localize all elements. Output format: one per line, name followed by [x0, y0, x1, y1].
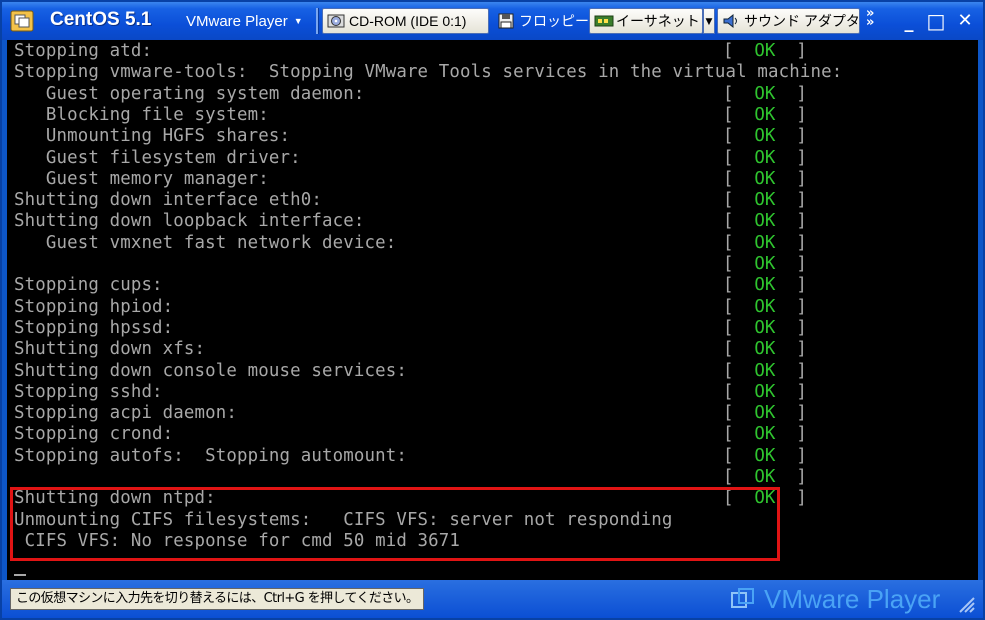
console-line: Unmounting HGFS shares:: [14, 126, 291, 146]
status-ok: [ OK ]: [723, 211, 807, 231]
status-ok: [ OK ]: [723, 275, 807, 295]
console-line: Guest operating system daemon:: [14, 84, 365, 104]
cdrom-icon: [327, 13, 345, 29]
status-ok: [ OK ]: [723, 148, 807, 168]
status-ok-label: OK: [754, 467, 776, 487]
cdrom-device-button[interactable]: CD-ROM (IDE 0:1): [322, 8, 489, 34]
console-line: Stopping sshd:: [14, 382, 163, 402]
status-ok-label: OK: [754, 424, 776, 444]
vm-console[interactable]: Stopping atd:[ OK ] Stopping vmware-tools…: [7, 40, 978, 580]
status-ok-label: OK: [754, 297, 776, 317]
ethernet-icon: [594, 13, 614, 29]
floppy-icon: [497, 13, 515, 29]
resize-grip-icon[interactable]: [954, 592, 976, 614]
status-ok-label: OK: [754, 382, 776, 402]
status-ok-label: OK: [754, 275, 776, 295]
status-ok-label: OK: [754, 211, 776, 231]
status-ok: [ OK ]: [723, 467, 807, 487]
maximize-button[interactable]: □: [924, 10, 948, 32]
console-line: Guest memory manager:: [14, 169, 269, 189]
status-ok-label: OK: [754, 254, 776, 274]
cdrom-label: CD-ROM (IDE 0:1): [349, 13, 467, 29]
status-ok-label: OK: [754, 41, 776, 61]
status-ok-label: OK: [754, 148, 776, 168]
console-line: Stopping cups:: [14, 275, 163, 295]
status-bar: この仮想マシンに入力先を切り替えるには、Ctrl+G を押してください。 VMw…: [2, 580, 983, 618]
console-line: Stopping vmware-tools: Stopping VMware T…: [14, 62, 843, 82]
console-line: Shutting down xfs:: [14, 339, 206, 359]
console-line: Stopping hpssd:: [14, 318, 174, 338]
text-cursor: [14, 574, 26, 576]
sound-device-button[interactable]: サウンド アダプタ: [717, 8, 860, 34]
status-ok: [ OK ]: [723, 297, 807, 317]
status-ok: [ OK ]: [723, 339, 807, 359]
input-hint-message: この仮想マシンに入力先を切り替えるには、Ctrl+G を押してください。: [10, 588, 425, 610]
error-highlight-box: [10, 487, 780, 561]
status-ok: [ OK ]: [723, 446, 807, 466]
window-title: CentOS 5.1: [50, 9, 152, 30]
status-ok: [ OK ]: [723, 41, 807, 61]
status-ok-label: OK: [754, 105, 776, 125]
console-line: Stopping atd:: [14, 41, 153, 61]
status-ok-label: OK: [754, 318, 776, 338]
status-ok-label: OK: [754, 84, 776, 104]
status-ok-label: OK: [754, 190, 776, 210]
status-ok: [ OK ]: [723, 424, 807, 444]
ethernet-dropdown[interactable]: ▼: [703, 8, 715, 34]
chevron-down-icon: ▼: [705, 17, 713, 27]
status-ok: [ OK ]: [723, 233, 807, 253]
status-ok: [ OK ]: [723, 361, 807, 381]
console-line: Stopping crond:: [14, 424, 174, 444]
console-line: Guest filesystem driver:: [14, 148, 301, 168]
title-bar[interactable]: CentOS 5.1 VMware Player ▼ CD-ROM (IDE 0:…: [2, 2, 983, 40]
status-ok-label: OK: [754, 233, 776, 253]
console-line: Blocking file system:: [14, 105, 269, 125]
chevron-down-icon: ▼: [293, 16, 303, 26]
status-ok: [ OK ]: [723, 190, 807, 210]
console-line: Guest vmxnet fast network device:: [14, 233, 397, 253]
status-ok-label: OK: [754, 361, 776, 381]
status-ok-label: OK: [754, 169, 776, 189]
status-ok: [ OK ]: [723, 403, 807, 423]
status-ok-label: OK: [754, 339, 776, 359]
console-line: Shutting down interface eth0:: [14, 190, 322, 210]
sound-icon: [722, 13, 740, 29]
toolbar-divider: [316, 8, 319, 34]
vmware-player-menu[interactable]: VMware Player ▼: [186, 10, 307, 32]
console-line: Stopping acpi daemon:: [14, 403, 238, 423]
vmware-player-window: CentOS 5.1 VMware Player ▼ CD-ROM (IDE 0:…: [0, 0, 985, 620]
status-ok: [ OK ]: [723, 318, 807, 338]
status-ok: [ OK ]: [723, 254, 807, 274]
console-line: Shutting down console mouse services:: [14, 361, 407, 381]
ethernet-device-button[interactable]: イーサネット: [589, 8, 703, 34]
console-line: Stopping hpiod:: [14, 297, 174, 317]
status-ok: [ OK ]: [723, 382, 807, 402]
status-ok-label: OK: [754, 446, 776, 466]
vmware-player-menu-label: VMware Player: [186, 13, 288, 30]
close-button[interactable]: ✕: [953, 10, 977, 32]
vmware-app-icon[interactable]: [10, 10, 34, 32]
floppy-label: フロッピー: [519, 13, 589, 29]
status-ok: [ OK ]: [723, 126, 807, 146]
vmware-logo-icon: [731, 588, 754, 608]
console-line: Shutting down loopback interface:: [14, 211, 365, 231]
sound-label: サウンド アダプタ: [744, 13, 860, 29]
console-line: Stopping autofs: Stopping automount:: [14, 446, 407, 466]
toolbar-overflow-icon[interactable]: »»: [866, 7, 874, 29]
ethernet-label: イーサネット: [616, 13, 700, 29]
status-ok-label: OK: [754, 126, 776, 146]
status-ok: [ OK ]: [723, 84, 807, 104]
status-ok: [ OK ]: [723, 169, 807, 189]
vmware-player-brand: VMware Player: [764, 584, 941, 614]
status-ok: [ OK ]: [723, 105, 807, 125]
minimize-button[interactable]: _: [897, 10, 921, 33]
status-ok-label: OK: [754, 403, 776, 423]
floppy-device-button[interactable]: フロッピー: [493, 8, 589, 34]
